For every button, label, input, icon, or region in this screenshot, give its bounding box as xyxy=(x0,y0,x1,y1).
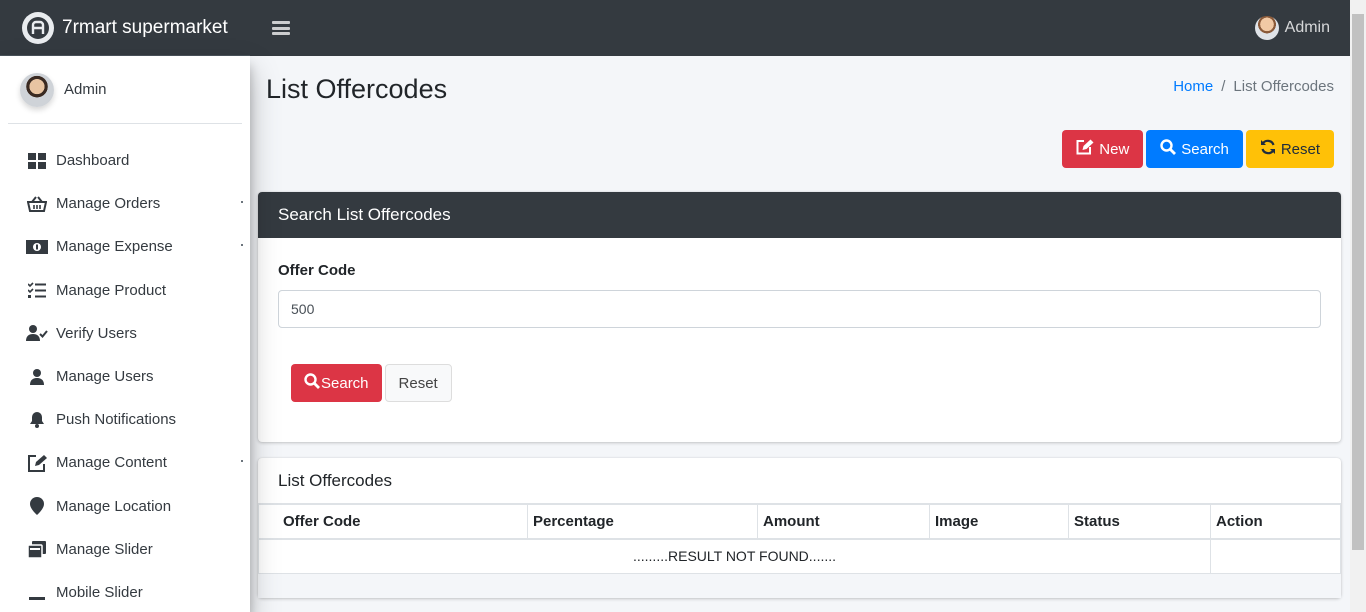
sidebar-item-dashboard[interactable]: Dashboard xyxy=(0,139,250,182)
search-button-label: Search xyxy=(1181,140,1229,158)
basket-icon xyxy=(26,194,48,214)
column-header-image: Image xyxy=(929,504,1069,540)
map-marker-icon xyxy=(26,496,48,516)
sidebar-item-manage-orders[interactable]: Manage Orders xyxy=(0,182,250,225)
breadcrumb-current: List Offercodes xyxy=(1233,78,1334,95)
breadcrumb-separator: / xyxy=(1221,78,1226,95)
sidebar-item-label: Push Notifications xyxy=(56,411,177,429)
table-footer xyxy=(258,574,1341,598)
offer-code-label: Offer Code xyxy=(278,262,356,279)
submenu-indicator-icon xyxy=(241,460,243,463)
sidebar-item-manage-location[interactable]: Manage Location xyxy=(0,485,250,528)
column-header-offer-code: Offer Code xyxy=(258,504,528,540)
column-header-amount: Amount xyxy=(757,504,930,540)
search-card-title: Search List Offercodes xyxy=(258,192,1341,238)
tasks-icon xyxy=(26,280,48,300)
breadcrumb-home-link[interactable]: Home xyxy=(1173,78,1213,95)
list-card-title: List Offercodes xyxy=(258,458,1341,504)
navbar-user-menu[interactable]: Admin xyxy=(1254,16,1330,40)
list-card: List Offercodes Offer Code Percentage Am… xyxy=(258,458,1341,598)
avatar xyxy=(1254,16,1279,40)
sidebar-item-manage-product[interactable]: Manage Product xyxy=(0,269,250,312)
search-reset-button[interactable]: Reset xyxy=(384,364,452,402)
sidebar-item-label: Manage Content xyxy=(56,454,167,472)
sidebar-item-push-notifications[interactable]: Push Notifications xyxy=(0,398,250,441)
column-header-action: Action xyxy=(1210,504,1341,540)
search-submit-button[interactable]: Search xyxy=(291,364,382,402)
new-button[interactable]: New xyxy=(1062,130,1144,168)
refresh-icon xyxy=(1260,139,1276,159)
sidebar-item-mobile-slider[interactable]: Mobile Slider xyxy=(0,571,250,612)
table-row: .........RESULT NOT FOUND....... xyxy=(258,538,1341,574)
search-card: Search List Offercodes Offer Code Search… xyxy=(258,192,1341,442)
navbar-user-name: Admin xyxy=(1284,19,1330,36)
sidebar: Admin Dashboard Manage Orders Manage Exp… xyxy=(0,56,250,612)
sidebar-item-verify-users[interactable]: Verify Users xyxy=(0,312,250,355)
column-header-percentage: Percentage xyxy=(527,504,758,540)
offer-code-input[interactable] xyxy=(278,290,1321,328)
user-check-icon xyxy=(26,323,48,343)
sidebar-item-manage-slider[interactable]: Manage Slider xyxy=(0,528,250,571)
brand-logo-icon xyxy=(22,11,54,44)
new-button-label: New xyxy=(1099,140,1130,158)
sidebar-item-label: Manage Expense xyxy=(56,238,173,256)
search-submit-label: Search xyxy=(321,374,369,392)
sidebar-item-label: Manage Slider xyxy=(56,540,153,558)
sidebar-item-label: Manage Product xyxy=(56,281,167,299)
bell-icon xyxy=(26,410,48,430)
brand-name: 7rmart supermarket xyxy=(62,16,228,38)
hamburger-menu-icon[interactable] xyxy=(272,20,290,36)
main-content: List Offercodes Home / List Offercodes N… xyxy=(250,56,1350,612)
minus-icon xyxy=(26,582,48,602)
table-header-row: Offer Code Percentage Amount Image Statu… xyxy=(258,504,1341,540)
scrollbar-thumb[interactable] xyxy=(1352,14,1364,550)
edit-icon xyxy=(26,453,48,473)
sidebar-item-label: Manage Location xyxy=(56,497,172,515)
column-header-status: Status xyxy=(1068,504,1211,540)
submenu-indicator-icon xyxy=(241,201,243,204)
sidebar-menu: Dashboard Manage Orders Manage Expense M… xyxy=(0,139,250,612)
sidebar-item-label: Verify Users xyxy=(56,324,137,342)
sidebar-item-label: Manage Users xyxy=(56,368,154,386)
sidebar-item-manage-content[interactable]: Manage Content xyxy=(0,441,250,484)
offercodes-table: Offer Code Percentage Amount Image Statu… xyxy=(258,504,1341,574)
sidebar-item-label: Mobile Slider xyxy=(56,583,143,601)
breadcrumb: Home / List Offercodes xyxy=(1173,78,1334,95)
reset-button-label: Reset xyxy=(1280,140,1320,158)
brand-link[interactable]: 7rmart supermarket xyxy=(0,0,250,56)
sidebar-item-label: Dashboard xyxy=(56,152,130,170)
sidebar-item-manage-users[interactable]: Manage Users xyxy=(0,355,250,398)
sidebar-user-panel[interactable]: Admin xyxy=(8,56,242,124)
slider-icon xyxy=(26,539,48,559)
search-icon xyxy=(1160,139,1177,159)
page-toolbar: New Search Reset xyxy=(1062,130,1334,168)
edit-icon xyxy=(1076,139,1094,159)
search-icon xyxy=(304,373,320,393)
page-title: List Offercodes xyxy=(266,74,448,104)
user-icon xyxy=(26,367,48,387)
sidebar-item-manage-expense[interactable]: Manage Expense xyxy=(0,225,250,268)
avatar xyxy=(20,72,54,107)
empty-result-message: .........RESULT NOT FOUND....... xyxy=(258,538,1211,574)
table-cell xyxy=(1210,538,1341,574)
search-button[interactable]: Search xyxy=(1146,130,1243,168)
sidebar-item-label: Manage Orders xyxy=(56,195,161,213)
submenu-indicator-icon xyxy=(241,244,243,247)
sidebar-user-name: Admin xyxy=(64,81,107,98)
search-form-actions: Search Reset xyxy=(291,364,452,402)
money-icon xyxy=(26,237,48,257)
dashboard-icon xyxy=(26,151,48,171)
top-navbar: Admin xyxy=(250,0,1350,56)
page-scrollbar[interactable] xyxy=(1350,0,1366,612)
reset-button[interactable]: Reset xyxy=(1245,130,1334,168)
